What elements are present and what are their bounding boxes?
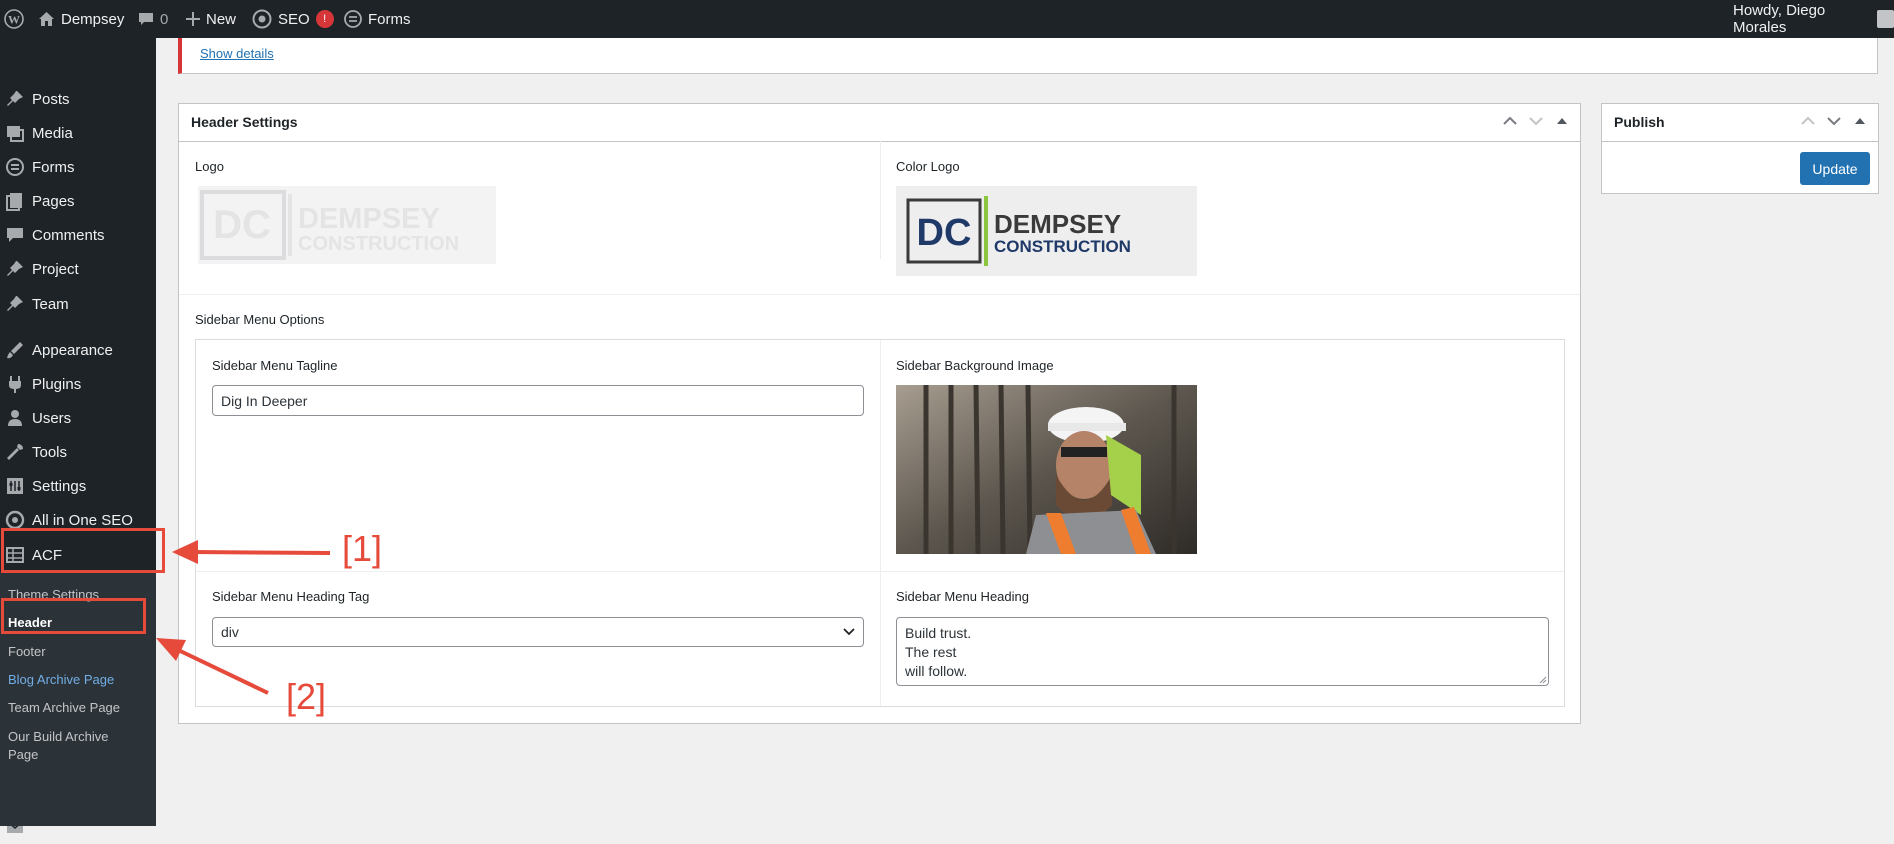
annotation-label-2: [2] — [286, 676, 327, 717]
annotation-label-1: [1] — [342, 528, 383, 569]
annotation-arrows — [156, 540, 331, 695]
